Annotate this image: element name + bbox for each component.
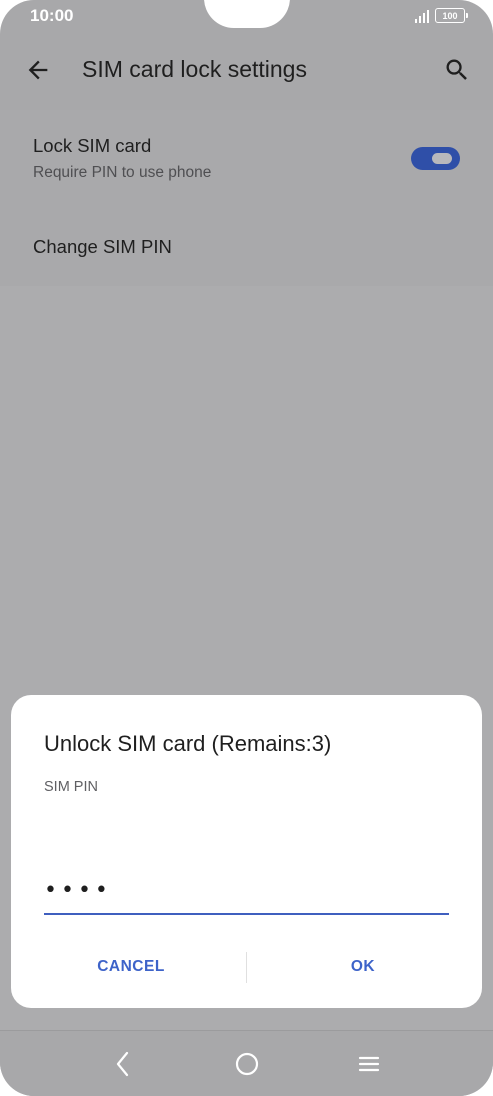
signal-icon [415,9,429,23]
lock-sim-toggle[interactable] [411,147,460,170]
setting-change-sim-pin[interactable]: Change SIM PIN [0,222,493,286]
settings-list: Lock SIM card Require PIN to use phone C… [0,110,493,286]
toggle-knob [432,153,452,164]
dialog-title: Unlock SIM card (Remains:3) [44,731,332,756]
status-icons: 100 [415,8,468,23]
ok-button[interactable]: OK [283,947,443,987]
app-bar: SIM card lock settings [0,40,493,100]
arrow-left-icon[interactable] [24,56,52,84]
cancel-button[interactable]: CANCEL [51,947,211,987]
nav-back-icon[interactable] [110,1049,136,1079]
status-bar: 10:00 100 [0,0,493,36]
setting-lock-sim-card[interactable]: Lock SIM card Require PIN to use phone [0,110,493,200]
phone-screen: 10:00 100 SIM card lock settings Lock SI… [0,0,493,1096]
status-time: 10:00 [30,6,74,25]
battery-icon: 100 [435,8,468,23]
nav-home-icon[interactable] [234,1051,260,1077]
sim-pin-label: SIM PIN [44,779,98,795]
setting-title: Change SIM PIN [33,236,172,257]
camera-notch [204,0,290,28]
unlock-sim-dialog: Unlock SIM card (Remains:3) SIM PIN CANC… [11,695,482,1008]
sim-pin-input[interactable] [44,871,449,915]
search-icon[interactable] [443,56,471,84]
button-divider [246,952,247,983]
nav-menu-icon[interactable] [356,1051,382,1077]
setting-title: Lock SIM card [33,135,152,156]
navigation-bar [0,1030,493,1096]
page-title: SIM card lock settings [82,56,307,82]
setting-subtitle: Require PIN to use phone [33,164,212,181]
